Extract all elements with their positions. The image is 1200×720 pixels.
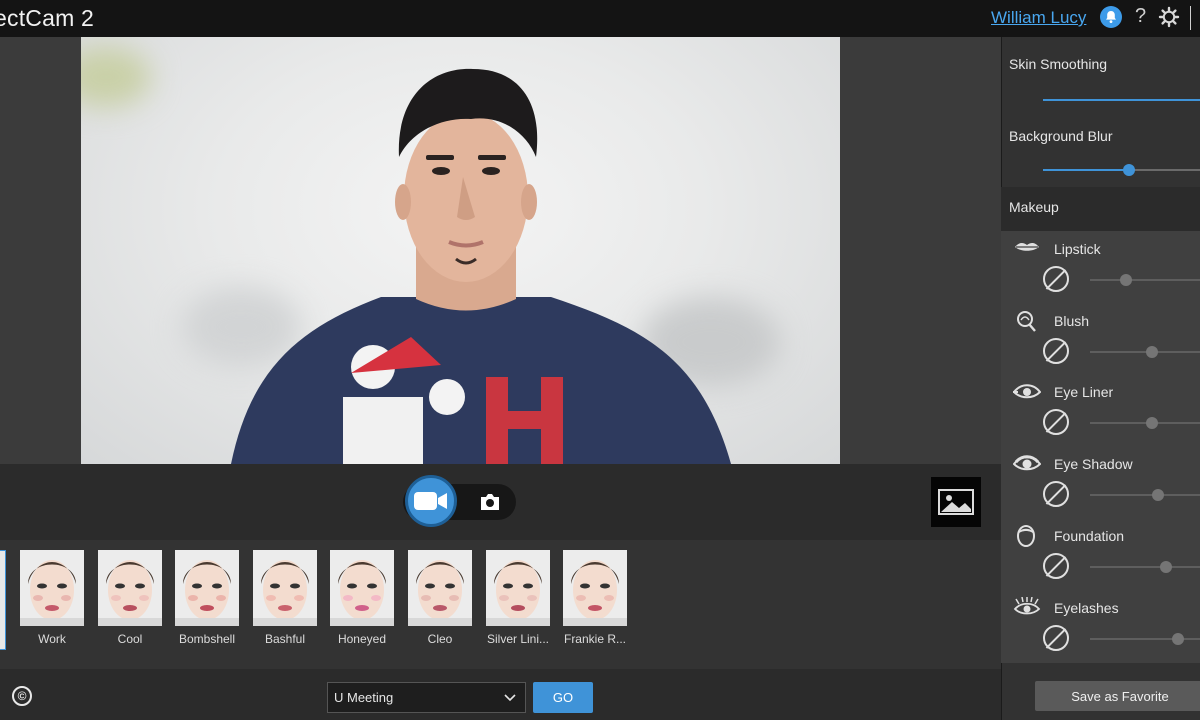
makeup-item-label: Eye Shadow — [1054, 456, 1133, 472]
background-blur-slider-track[interactable] — [1129, 169, 1200, 171]
title-bar: ectCam 2 William Lucy ? — [0, 0, 1200, 37]
help-icon[interactable]: ? — [1135, 5, 1146, 28]
skin-smoothing-slider[interactable] — [1043, 99, 1200, 101]
gallery-button[interactable] — [931, 477, 981, 527]
makeup-item-label: Lipstick — [1054, 241, 1101, 257]
makeup-none-button[interactable] — [1043, 338, 1069, 364]
preset-thumbnail — [486, 550, 550, 626]
target-app-select-value: U Meeting — [334, 690, 394, 705]
preset-item[interactable]: Cool — [98, 550, 162, 646]
chevron-down-icon — [504, 694, 516, 702]
makeup-slider-knob[interactable] — [1146, 417, 1158, 429]
makeup-slider-knob[interactable] — [1120, 274, 1132, 286]
save-as-favorite-button[interactable]: Save as Favorite — [1035, 681, 1200, 711]
app-title: ectCam 2 — [0, 5, 95, 31]
makeup-slider-knob[interactable] — [1160, 561, 1172, 573]
video-camera-icon — [414, 492, 447, 510]
preset-item[interactable]: Bashful — [253, 550, 317, 646]
preset-thumbnail — [330, 550, 394, 626]
image-gallery-icon — [938, 489, 974, 515]
preset-thumbnail — [20, 550, 84, 626]
skin-smoothing-label: Skin Smoothing — [1009, 56, 1108, 72]
makeup-none-button[interactable] — [1043, 625, 1069, 651]
makeup-slider-knob[interactable] — [1152, 489, 1164, 501]
makeup-presets-strip: Work Cool Bombshell Bashful Honeyed Cleo Silve… — [0, 540, 1001, 670]
makeup-slider-knob[interactable] — [1172, 633, 1184, 645]
preset-label: Bombshell — [178, 632, 236, 646]
title-divider — [1190, 6, 1191, 30]
eye-liner-icon — [1013, 384, 1041, 399]
preset-item[interactable]: Bombshell — [175, 550, 239, 646]
target-app-select[interactable]: U Meeting — [327, 682, 526, 713]
makeup-slider-track[interactable] — [1090, 422, 1200, 424]
preset-thumbnail — [563, 550, 627, 626]
go-button[interactable]: GO — [533, 682, 593, 713]
background-blur-slider-fill — [1043, 169, 1129, 171]
makeup-item-label: Eyelashes — [1054, 600, 1119, 616]
preset-label: Honeyed — [337, 632, 387, 646]
preset-item[interactable]: Honeyed — [330, 550, 394, 646]
makeup-slider-knob[interactable] — [1146, 346, 1158, 358]
lips-icon — [1015, 242, 1039, 251]
preset-label: Bashful — [264, 632, 306, 646]
makeup-none-button[interactable] — [1043, 266, 1069, 292]
blush-brush-icon — [1017, 311, 1036, 332]
preset-label: Work — [38, 632, 66, 646]
photo-mode-button[interactable] — [476, 489, 504, 515]
preset-label: Frankie R... — [563, 632, 626, 646]
makeup-item-label: Foundation — [1054, 528, 1125, 544]
preset-selected-partial[interactable] — [0, 550, 6, 650]
makeup-slider-track[interactable] — [1090, 494, 1200, 496]
preset-item[interactable]: Work — [20, 550, 84, 646]
background-blur-label: Background Blur — [1009, 128, 1113, 144]
makeup-slider-track[interactable] — [1090, 279, 1200, 281]
background-blur-slider-knob[interactable] — [1123, 164, 1135, 176]
makeup-slider-track[interactable] — [1090, 351, 1200, 353]
preset-label: Cool — [117, 632, 143, 646]
preset-label: Silver Lini... — [486, 632, 550, 646]
copyright-icon[interactable]: © — [12, 686, 32, 706]
makeup-label: Makeup — [1009, 199, 1059, 215]
person-figure — [231, 68, 731, 464]
preset-item[interactable]: Silver Lini... — [486, 550, 550, 646]
notifications-bell-icon[interactable] — [1100, 6, 1122, 28]
preset-item[interactable]: Cleo — [408, 550, 472, 646]
makeup-item-label: Blush — [1054, 313, 1090, 329]
preset-thumbnail — [253, 550, 317, 626]
makeup-item-label: Eye Liner — [1054, 384, 1114, 400]
makeup-none-button[interactable] — [1043, 409, 1069, 435]
preset-thumbnail — [408, 550, 472, 626]
eyelashes-icon — [1013, 597, 1041, 615]
preset-thumbnail — [98, 550, 162, 626]
makeup-slider-track[interactable] — [1090, 566, 1200, 568]
makeup-none-button[interactable] — [1043, 481, 1069, 507]
makeup-none-button[interactable] — [1043, 553, 1069, 579]
camera-icon — [481, 494, 499, 510]
camera-preview — [81, 37, 840, 464]
foundation-face-icon — [1017, 525, 1035, 547]
user-account-link[interactable]: William Lucy — [991, 8, 1086, 28]
video-mode-button[interactable] — [405, 475, 457, 527]
preset-item[interactable]: Frankie R... — [563, 550, 627, 646]
preset-label: Cleo — [427, 632, 453, 646]
eye-shadow-icon — [1013, 455, 1041, 471]
preset-thumbnail — [175, 550, 239, 626]
settings-gear-icon[interactable] — [1158, 6, 1180, 28]
